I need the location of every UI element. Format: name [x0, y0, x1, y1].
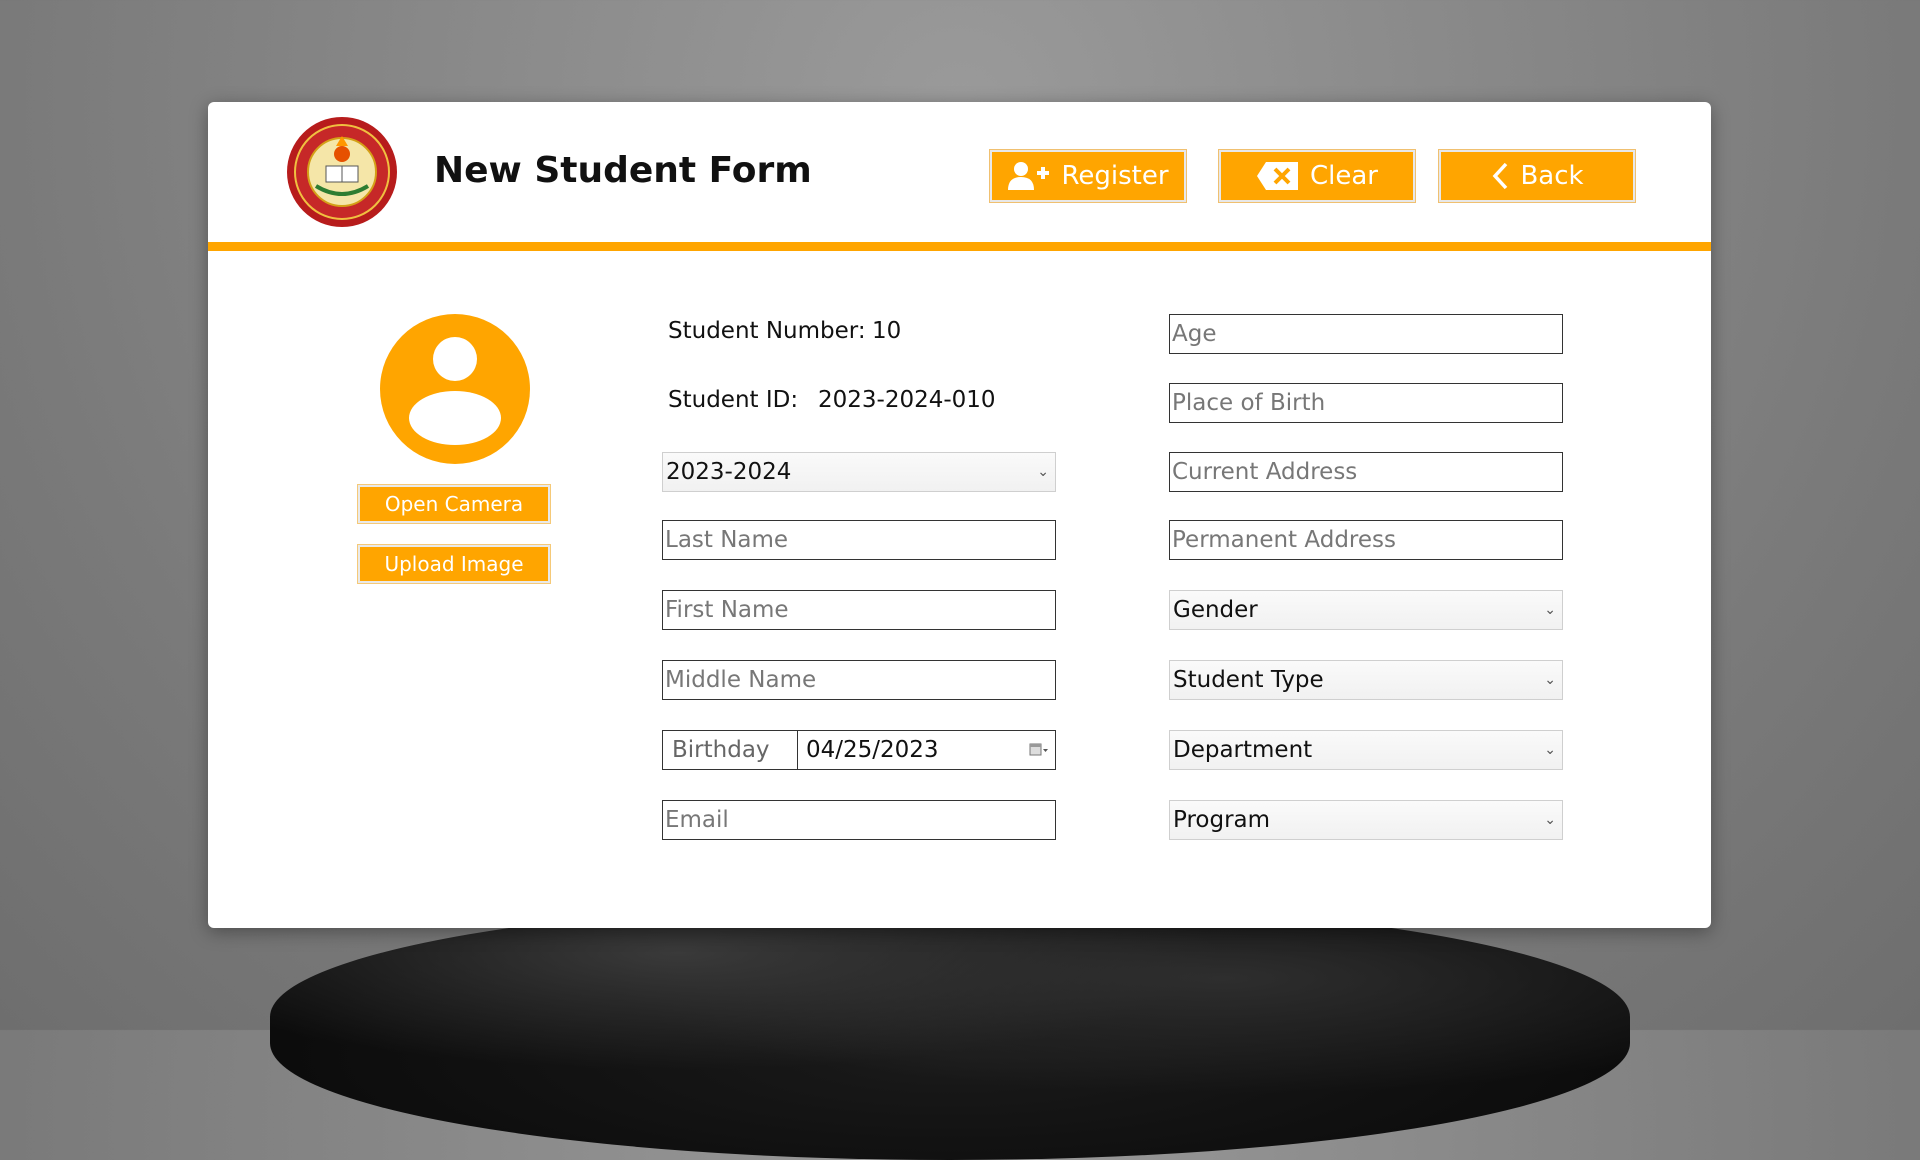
gender-select[interactable]: Gender ⌄ [1169, 590, 1563, 630]
program-select[interactable]: Program ⌄ [1169, 800, 1563, 840]
email-field[interactable]: Email [662, 800, 1056, 840]
birthday-date-picker[interactable]: Birthday 04/25/2023 [662, 730, 1056, 770]
gender-select-value: Gender [1173, 597, 1258, 623]
student-number-value: 10 [872, 318, 902, 344]
register-button-label: Register [1061, 161, 1169, 191]
university-seal-logo [286, 116, 398, 228]
user-silhouette-icon [409, 337, 501, 445]
register-button[interactable]: Register [990, 150, 1186, 202]
chevron-down-icon: ⌄ [1544, 812, 1556, 828]
birthday-label: Birthday [663, 731, 798, 769]
header-divider [208, 242, 1711, 251]
student-id-label: Student ID: [668, 387, 799, 413]
department-select-value: Department [1173, 737, 1313, 763]
program-select-value: Program [1173, 807, 1271, 833]
current-address-field[interactable]: Current Address [1169, 452, 1563, 492]
calendar-dropdown-icon[interactable] [1029, 742, 1049, 758]
middle-name-field[interactable]: Middle Name [662, 660, 1056, 700]
back-button-label: Back [1520, 161, 1584, 191]
student-number-label: Student Number: [668, 318, 866, 344]
chevron-down-icon: ⌄ [1037, 464, 1049, 480]
page-title: New Student Form [434, 150, 812, 191]
student-photo-placeholder [380, 314, 530, 464]
place-of-birth-field[interactable]: Place of Birth [1169, 383, 1563, 423]
chevron-down-icon: ⌄ [1544, 602, 1556, 618]
back-button[interactable]: Back [1439, 150, 1635, 202]
clear-button-label: Clear [1310, 161, 1378, 191]
student-type-select-value: Student Type [1173, 667, 1324, 693]
birthday-value: 04/25/2023 [806, 737, 939, 763]
chevron-down-icon: ⌄ [1544, 672, 1556, 688]
age-field[interactable]: Age [1169, 314, 1563, 354]
student-id-value: 2023-2024-010 [818, 387, 996, 413]
chevron-left-icon [1493, 162, 1508, 190]
student-form-window: New Student Form Register Clear Back Ope… [208, 102, 1711, 928]
department-select[interactable]: Department ⌄ [1169, 730, 1563, 770]
school-year-value: 2023-2024 [666, 459, 792, 485]
permanent-address-field[interactable]: Permanent Address [1169, 520, 1563, 560]
add-user-icon [1008, 162, 1050, 190]
desktop-wallpaper [270, 900, 1630, 1160]
open-camera-button[interactable]: Open Camera [358, 485, 550, 523]
school-year-select[interactable]: 2023-2024 ⌄ [662, 452, 1056, 492]
upload-image-button[interactable]: Upload Image [358, 545, 550, 583]
backspace-clear-icon [1257, 162, 1298, 190]
clear-button[interactable]: Clear [1219, 150, 1415, 202]
student-type-select[interactable]: Student Type ⌄ [1169, 660, 1563, 700]
chevron-down-icon: ⌄ [1544, 742, 1556, 758]
form-header: New Student Form Register Clear Back [208, 102, 1711, 242]
first-name-field[interactable]: First Name [662, 590, 1056, 630]
last-name-field[interactable]: Last Name [662, 520, 1056, 560]
